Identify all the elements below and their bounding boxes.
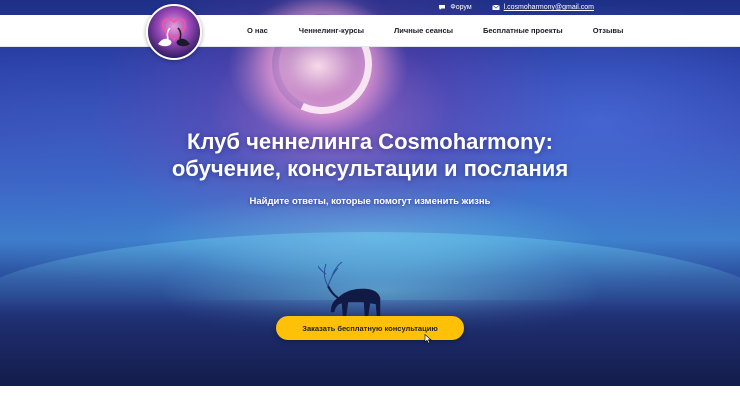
mouse-cursor-icon [424, 334, 432, 344]
hero-subtitle: Найдите ответы, которые помогут изменить… [249, 196, 491, 207]
forum-link[interactable]: Форум [438, 4, 472, 11]
free-consultation-button[interactable]: Заказать бесплатную консультацию [276, 316, 464, 340]
page: Форум l.cosmoharmony@gmail.com О нас Чен… [0, 0, 740, 420]
forum-label: Форум [450, 4, 472, 11]
main-navbar: О нас Ченнелинг-курсы Личные сеансы Бесп… [0, 15, 740, 47]
top-contact-bar: Форум l.cosmoharmony@gmail.com [0, 0, 740, 15]
email-label: l.cosmoharmony@gmail.com [503, 4, 594, 11]
nav-item-sessions[interactable]: Личные сеансы [394, 26, 453, 35]
nav-item-about[interactable]: О нас [247, 26, 268, 35]
nav-item-courses[interactable]: Ченнелинг-курсы [299, 26, 364, 35]
chat-bubble-icon [439, 5, 446, 10]
nav-item-reviews[interactable]: Отзывы [593, 26, 624, 35]
nav-item-free-projects[interactable]: Бесплатные проекты [483, 26, 563, 35]
hero-title: Клуб ченнелинга Cosmoharmony: обучение, … [0, 128, 740, 182]
swan-logo [148, 6, 200, 58]
email-link[interactable]: l.cosmoharmony@gmail.com [491, 4, 594, 11]
envelope-icon [491, 4, 500, 10]
main-nav: О нас Ченнелинг-курсы Личные сеансы Бесп… [247, 15, 623, 46]
site-logo[interactable] [146, 4, 202, 60]
hero-title-line-1: Клуб ченнелинга Cosmoharmony: [187, 129, 553, 154]
hero-title-line-2: обучение, консультации и послания [171, 156, 569, 181]
page-below-hero [0, 386, 740, 420]
